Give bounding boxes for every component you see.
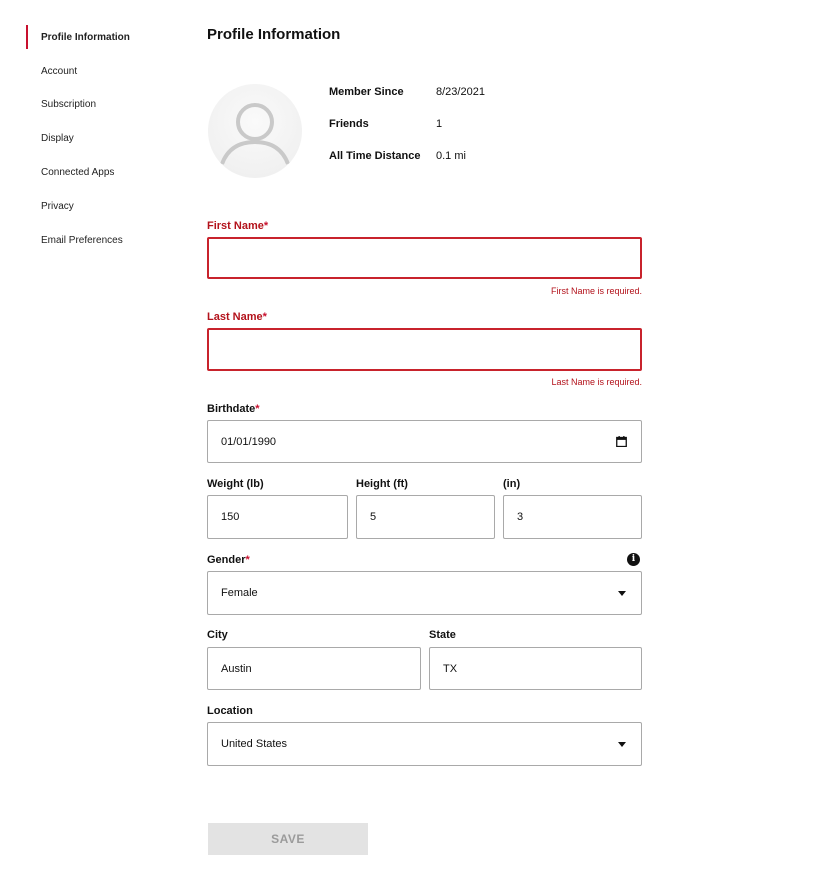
sidebar-item-account[interactable]: Account (41, 66, 77, 77)
all-time-distance-value: 0.1 mi (436, 150, 466, 162)
friends-value: 1 (436, 118, 443, 130)
all-time-distance-label: All Time Distance (329, 150, 421, 162)
birthdate-label-text: Birthdate (207, 403, 256, 415)
location-label: Location (207, 705, 253, 717)
sidebar-item-privacy[interactable]: Privacy (41, 201, 74, 212)
member-since-value: 8/23/2021 (436, 86, 485, 98)
gender-label: Gender* (207, 554, 250, 566)
location-select[interactable]: United States (207, 722, 642, 766)
page-title: Profile Information (207, 26, 341, 43)
last-name-label: Last Name* (207, 311, 267, 323)
friends-label: Friends (329, 118, 369, 130)
calendar-icon[interactable] (616, 436, 627, 447)
gender-select[interactable]: Female (207, 571, 642, 615)
sidebar-item-subscription[interactable]: Subscription (41, 99, 96, 110)
birthdate-value: 01/01/1990 (221, 435, 277, 448)
sidebar-item-connected-apps[interactable]: Connected Apps (41, 167, 114, 178)
last-name-label-text: Last Name (207, 311, 263, 323)
user-silhouette-icon (220, 103, 290, 165)
height-ft-label: Height (ft) (356, 478, 408, 490)
state-field[interactable]: TX (429, 647, 642, 690)
city-field[interactable]: Austin (207, 647, 421, 690)
sidebar-item-email-preferences[interactable]: Email Preferences (41, 235, 123, 246)
city-label: City (207, 629, 228, 641)
required-mark: * (255, 403, 260, 415)
first-name-field[interactable] (207, 237, 642, 279)
sidebar-item-display[interactable]: Display (41, 133, 74, 144)
chevron-down-icon (618, 742, 626, 747)
gender-label-text: Gender (207, 554, 246, 566)
weight-field[interactable]: 150 (207, 495, 348, 539)
first-name-label: First Name* (207, 220, 268, 232)
last-name-field[interactable] (207, 328, 642, 371)
info-icon[interactable]: i (627, 553, 640, 566)
save-button[interactable]: SAVE (208, 823, 368, 855)
first-name-label-text: First Name (207, 220, 264, 232)
birthdate-field[interactable]: 01/01/1990 (207, 420, 642, 463)
height-ft-field[interactable]: 5 (356, 495, 495, 539)
required-mark: * (245, 554, 250, 566)
required-mark: * (263, 220, 269, 232)
required-mark: * (262, 311, 267, 323)
location-value: United States (221, 738, 288, 750)
avatar[interactable] (208, 84, 302, 178)
active-indicator (26, 25, 28, 49)
weight-label: Weight (lb) (207, 478, 264, 490)
birthdate-label: Birthdate* (207, 403, 260, 415)
first-name-error: First Name is required. (550, 286, 642, 296)
chevron-down-icon (618, 591, 626, 596)
member-since-label: Member Since (329, 86, 404, 98)
sidebar-item-profile-information[interactable]: Profile Information (41, 32, 130, 43)
height-in-field[interactable]: 3 (503, 495, 642, 539)
last-name-error: Last Name is required. (551, 377, 642, 387)
gender-value: Female (221, 587, 258, 599)
height-in-label: (in) (503, 478, 521, 490)
state-label: State (429, 629, 456, 641)
